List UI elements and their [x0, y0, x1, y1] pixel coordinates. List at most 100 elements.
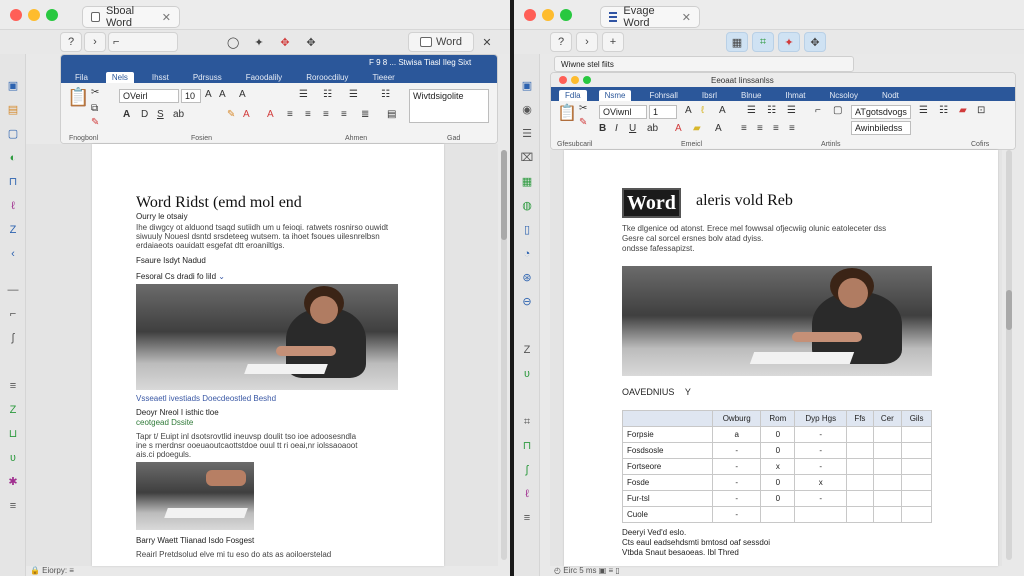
bold-icon[interactable]: A [123, 109, 130, 120]
r-underline-icon[interactable]: U [629, 123, 636, 134]
r-tool-icon-15[interactable]: ʃ [520, 464, 534, 476]
r-grow-font-icon[interactable]: A [685, 105, 692, 116]
bullets-icon[interactable]: ☰ [299, 89, 308, 100]
ruler-tool-icon[interactable]: ◯ [222, 32, 244, 52]
r-highlight-icon[interactable]: ℓ [701, 105, 704, 116]
ribbon-tab-design[interactable]: Faoodalily [240, 72, 288, 83]
line-spacing-icon[interactable]: ≣ [361, 109, 369, 120]
move-tool-icon[interactable]: ✥ [300, 32, 322, 52]
r-shape-icon[interactable]: ⌐ [815, 105, 821, 116]
help-button[interactable]: ? [60, 32, 82, 52]
r-tool-icon-3[interactable]: ☰ [520, 128, 534, 140]
r-ribbon-tab-review[interactable]: Ncsoloy [824, 90, 864, 101]
dropdown-chevron-icon[interactable]: ⌄ [218, 272, 225, 281]
r-paste-icon[interactable]: 📋 [557, 103, 577, 123]
right-scroll-thumb[interactable] [1006, 290, 1012, 330]
r-ribbon-tab-format[interactable]: Fohrsall [643, 90, 683, 101]
r-numbering-icon[interactable]: ☷ [767, 105, 776, 116]
r-tool-icon-9[interactable]: ⊛ [520, 272, 534, 284]
left-vertical-scrollbar[interactable] [501, 150, 507, 560]
forward-button[interactable]: › [84, 32, 106, 52]
tool-icon-16[interactable]: ✱ [6, 476, 20, 488]
r-tool-icon-4[interactable]: ⌧ [520, 152, 534, 164]
tool-icon-12[interactable]: ≡ [6, 380, 20, 392]
tool-icon-1[interactable]: ▣ [6, 80, 20, 92]
r-align-right-icon[interactable]: ≡ [773, 123, 779, 134]
r-justify-icon[interactable]: ≡ [789, 123, 795, 134]
tool-icon-14[interactable]: ⊔ [6, 428, 20, 440]
shading-icon[interactable]: ▤ [387, 109, 396, 120]
right-help-button[interactable]: ? [550, 32, 572, 52]
chart-tool-icon[interactable]: ⌗ [752, 32, 774, 52]
left-document-tab[interactable]: Sboal Word ✕ [82, 5, 180, 29]
strikethrough-icon[interactable]: ab [173, 109, 184, 120]
r-ribbon-tab-view[interactable]: Nodt [876, 90, 905, 101]
sparkle-tool-icon[interactable]: ✥ [274, 32, 296, 52]
tool-icon-5[interactable]: ⊓ [6, 176, 20, 188]
tool-icon-2[interactable]: ▤ [6, 104, 20, 116]
inner-zoom-dot[interactable] [583, 76, 591, 84]
font-name-field[interactable]: OVeirl [119, 89, 179, 103]
ribbon-tab-review[interactable]: Tieeer [366, 72, 400, 83]
r-list2-icon[interactable]: ☷ [939, 105, 948, 116]
tool-icon-9[interactable]: — [6, 284, 20, 296]
r-tool-icon-10[interactable]: ⊖ [520, 296, 534, 308]
r-format-painter-icon[interactable]: ✎ [579, 117, 587, 128]
italic-icon[interactable]: D [141, 109, 148, 120]
r-font-color-icon[interactable]: A [675, 123, 682, 134]
r-frame-icon[interactable]: ▢ [833, 105, 842, 116]
tool-icon-4[interactable]: ◐ [6, 152, 20, 164]
align-right-icon[interactable]: ≡ [323, 109, 329, 120]
right-minimize-window-button[interactable] [542, 9, 554, 21]
right-close-tab-icon[interactable]: ✕ [682, 11, 691, 24]
r-style-box-1[interactable]: ATgotsdvogs [851, 105, 911, 119]
copy-icon[interactable]: ⧉ [91, 103, 98, 114]
font-size-field[interactable]: 10 [181, 89, 201, 103]
tool-icon-17[interactable]: ≡ [6, 500, 20, 512]
underline-icon[interactable]: S [157, 109, 164, 120]
right-inner-tab-title[interactable]: Wiwne stel fiits [561, 60, 614, 69]
right-close-window-button[interactable] [524, 9, 536, 21]
r-tool-icon-7[interactable]: ▯ [520, 224, 534, 236]
zoom-window-button[interactable] [46, 9, 58, 21]
r-tool-icon-12[interactable]: ʋ [520, 368, 534, 380]
new-tab-button[interactable]: + [602, 32, 624, 52]
r-cut-icon[interactable]: ✂ [579, 103, 587, 114]
tool-icon-3[interactable]: ▢ [6, 128, 20, 140]
font-color-icon[interactable]: A [243, 109, 250, 120]
r-tool-icon-14[interactable]: ⊓ [520, 440, 534, 452]
tool-icon-10[interactable]: ⌐ [6, 308, 20, 320]
close-window-button[interactable] [10, 9, 22, 21]
r-tool-icon-11[interactable]: Z [520, 344, 534, 356]
ribbon-tab-draw[interactable]: Pdrsuss [187, 72, 228, 83]
r-ribbon-tab-file[interactable]: Fdla [559, 90, 587, 101]
right-vertical-scrollbar[interactable] [1006, 150, 1012, 560]
tool-icon-15[interactable]: ʋ [6, 452, 20, 464]
ribbon-tab-layout[interactable]: Roroocdiluy [300, 72, 354, 83]
shape-tool-icon[interactable]: ✦ [248, 32, 270, 52]
r-list-icon[interactable]: ☰ [919, 105, 928, 116]
r-ribbon-tab-layout[interactable]: Ihmat [780, 90, 812, 101]
image-tool-icon[interactable]: ▦ [726, 32, 748, 52]
right-forward-button[interactable]: › [576, 32, 598, 52]
tool-icon-6[interactable]: ℓ [6, 200, 20, 212]
r-tool-icon-5[interactable]: ▦ [520, 176, 534, 188]
tool-icon-8[interactable]: ‹ [6, 248, 20, 260]
r-ribbon-tab-design[interactable]: Blnue [735, 90, 767, 101]
minimize-window-button[interactable] [28, 9, 40, 21]
r-tool-icon-1[interactable]: ▣ [520, 80, 534, 92]
numbering-icon[interactable]: ☷ [323, 89, 332, 100]
tool-icon-11[interactable]: ʃ [6, 332, 20, 344]
r-tool-icon-8[interactable]: ◔ [520, 248, 534, 260]
cut-icon[interactable]: ✂ [91, 87, 99, 98]
r-effects-icon[interactable]: A [715, 123, 722, 134]
r-align-center-icon[interactable]: ≡ [757, 123, 763, 134]
word-app-button[interactable]: Word [408, 32, 474, 52]
grow-font-icon[interactable]: A [205, 89, 212, 100]
r-ribbon-tab-insert[interactable]: Ibsrl [696, 90, 723, 101]
r-bullets-icon[interactable]: ☰ [747, 105, 756, 116]
r-clear-format-icon[interactable]: A [719, 105, 726, 116]
r-font-size-field[interactable]: 1 [649, 105, 677, 119]
paste-icon[interactable]: 📋 [67, 87, 89, 108]
r-text-highlight-icon[interactable]: ▰ [693, 123, 701, 134]
